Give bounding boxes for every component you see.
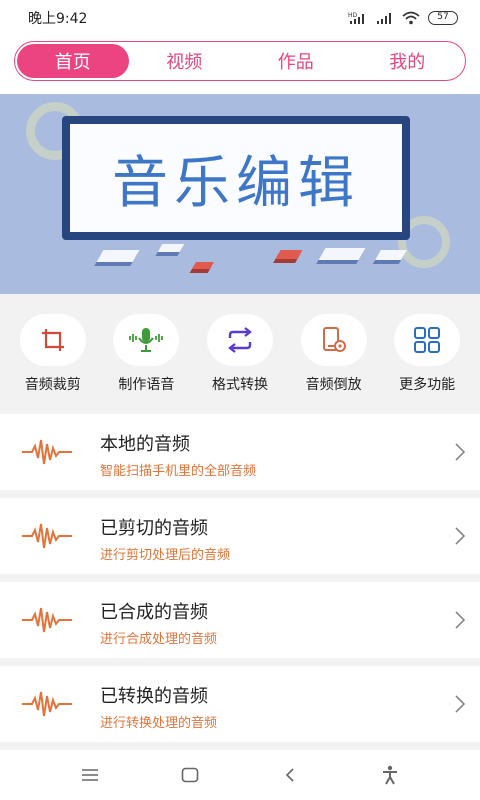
nav-home-button[interactable]: [170, 755, 210, 795]
feature-format-convert[interactable]: 格式转换: [196, 294, 284, 406]
banner-decoration-tile: [375, 250, 407, 260]
feature-more[interactable]: 更多功能: [383, 294, 471, 406]
grid-icon: [414, 327, 441, 353]
menu-icon: [82, 769, 98, 781]
microphone-icon: [129, 328, 164, 352]
waveform-icon: [22, 439, 72, 465]
list-item-merged-audio[interactable]: 已合成的音频 进行合成处理的音频: [0, 582, 480, 658]
list-item-subtitle: 进行合成处理的音频: [100, 632, 218, 647]
nav-accessibility-button[interactable]: [370, 755, 410, 795]
waveform-icon: [22, 523, 72, 549]
chevron-right-icon: [455, 443, 466, 461]
tab-video[interactable]: 视频: [129, 44, 241, 78]
feature-label: 格式转换: [211, 377, 268, 393]
feature-label: 音频裁剪: [24, 377, 81, 393]
audio-list: 本地的音频 智能扫描手机里的全部音频 已剪切的音频 进行剪切处理后的音频 已合成…: [0, 414, 480, 750]
waveform-icon: [22, 691, 72, 717]
nav-back-button[interactable]: [270, 755, 310, 795]
list-item-subtitle: 进行转换处理的音频: [100, 716, 218, 731]
status-icons: HD 57: [348, 11, 458, 25]
banner[interactable]: 音乐编辑: [0, 94, 480, 294]
system-nav-bar: [0, 750, 480, 800]
feature-audio-reverse[interactable]: 音频倒放: [290, 294, 378, 406]
list-item-title: 已剪切的音频: [100, 518, 208, 539]
nav-menu-button[interactable]: [70, 755, 110, 795]
banner-decoration-tile: [157, 244, 185, 252]
feature-label: 音频倒放: [305, 377, 362, 393]
list-item-title: 已合成的音频: [100, 602, 208, 623]
crop-icon: [41, 329, 64, 351]
banner-title: 音乐编辑: [112, 150, 360, 216]
chevron-right-icon: [455, 695, 466, 713]
feature-row: 音频裁剪 制作语音 格式转换 音频倒放 更多功能: [0, 294, 480, 406]
tab-bar: 首页 视频 作品 我的: [14, 41, 466, 81]
svg-text:HD: HD: [348, 12, 358, 19]
list-item-subtitle: 进行剪切处理后的音频: [100, 548, 231, 563]
feature-icon-circle: [206, 314, 273, 366]
wifi-icon: [402, 11, 420, 25]
list-item-local-audio[interactable]: 本地的音频 智能扫描手机里的全部音频: [0, 414, 480, 490]
tab-works[interactable]: 作品: [240, 44, 352, 78]
chevron-right-icon: [455, 611, 466, 629]
back-chevron-icon: [285, 768, 294, 782]
banner-decoration-tile: [318, 248, 366, 260]
banner-board: 音乐编辑: [62, 116, 410, 240]
list-item-title: 本地的音频: [100, 434, 190, 455]
feature-label: 更多功能: [399, 377, 456, 393]
home-square-icon: [181, 767, 199, 783]
list-item-converted-audio[interactable]: 已转换的音频 进行转换处理的音频: [0, 666, 480, 742]
feature-icon-circle: [394, 314, 461, 366]
feature-label: 制作语音: [118, 377, 175, 393]
chevron-right-icon: [455, 527, 466, 545]
feature-icon-circle: [19, 314, 86, 366]
banner-decoration-tile: [96, 250, 140, 262]
signal-icon: [377, 13, 391, 24]
feature-make-voice[interactable]: 制作语音: [102, 294, 190, 406]
list-item-cut-audio[interactable]: 已剪切的音频 进行剪切处理后的音频: [0, 498, 480, 574]
convert-icon: [228, 327, 252, 353]
signal-hd-icon: HD: [348, 12, 364, 24]
status-time: 晚上9:42: [28, 11, 88, 27]
feature-icon-circle: [300, 314, 367, 366]
feature-audio-crop[interactable]: 音频裁剪: [9, 294, 97, 406]
list-item-title: 已转换的音频: [100, 686, 208, 707]
header: 首页 视频 作品 我的: [0, 36, 480, 94]
tab-mine[interactable]: 我的: [352, 44, 464, 78]
reverse-play-icon: [322, 327, 346, 352]
status-bar: 晚上9:42 HD 57: [0, 0, 480, 36]
waveform-icon: [22, 607, 72, 633]
battery-indicator: 57: [428, 11, 458, 25]
banner-decoration-tile: [191, 262, 215, 269]
feature-icon-circle: [113, 314, 180, 366]
tab-home[interactable]: 首页: [17, 44, 129, 78]
banner-decoration-tile: [275, 250, 303, 259]
list-item-subtitle: 智能扫描手机里的全部音频: [100, 464, 257, 479]
banner-board-inner: 音乐编辑: [70, 124, 402, 232]
accessibility-icon: [383, 765, 397, 785]
